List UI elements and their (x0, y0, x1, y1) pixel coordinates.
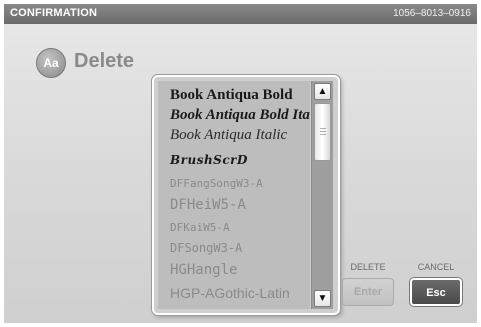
font-item-dfkaiw5[interactable]: DFKaiW5-A (170, 221, 230, 234)
font-item-book-antiqua-italic[interactable]: Book Antiqua Italic (170, 127, 287, 144)
font-item-hgp-agothic-latin[interactable]: HGP-AGothic-Latin (170, 285, 290, 301)
cancel-caption: CANCEL (417, 262, 455, 272)
font-item-dfheiw5[interactable]: DFHeiW5-A (170, 197, 246, 213)
page-title: Delete (74, 50, 135, 72)
font-item-brushscrd[interactable]: BrushScrD (170, 153, 248, 167)
scroll-down-icon[interactable]: ▼ (314, 290, 331, 307)
thumb-grip-line (320, 134, 326, 135)
serial-number: 1056–8013–0916 (393, 8, 471, 19)
font-item-dffangsongw3[interactable]: DFFangSongW3-A (170, 177, 263, 190)
scroll-up-icon[interactable]: ▲ (314, 83, 331, 100)
scroll-thumb[interactable] (314, 103, 331, 161)
enter-button[interactable]: Enter (342, 278, 394, 306)
font-item-dfsongw3[interactable]: DFSongW3-A (170, 241, 242, 255)
font-icon: Aa (36, 48, 66, 78)
title-label: CONFIRMATION (10, 7, 98, 19)
thumb-grip-line (320, 131, 326, 132)
title-bar: CONFIRMATION 1056–8013–0916 (4, 4, 477, 24)
esc-button[interactable]: Esc (410, 278, 462, 306)
font-item-book-antiqua-bold[interactable]: Book Antiqua Bold (170, 87, 293, 104)
list-scrollbar[interactable]: ▲ ▼ (311, 81, 333, 309)
font-list[interactable]: Book Antiqua Bold Book Antiqua Bold Ital… (158, 81, 310, 309)
delete-caption: DELETE (350, 262, 386, 272)
thumb-grip-line (320, 128, 326, 129)
font-list-box[interactable]: Book Antiqua Bold Book Antiqua Bold Ital… (152, 75, 340, 315)
font-item-hghangle[interactable]: HGHangle (170, 262, 237, 278)
confirmation-screen: CONFIRMATION 1056–8013–0916 Aa Delete Bo… (4, 4, 477, 323)
font-item-book-antiqua-bold-italic[interactable]: Book Antiqua Bold Italic (170, 107, 310, 124)
